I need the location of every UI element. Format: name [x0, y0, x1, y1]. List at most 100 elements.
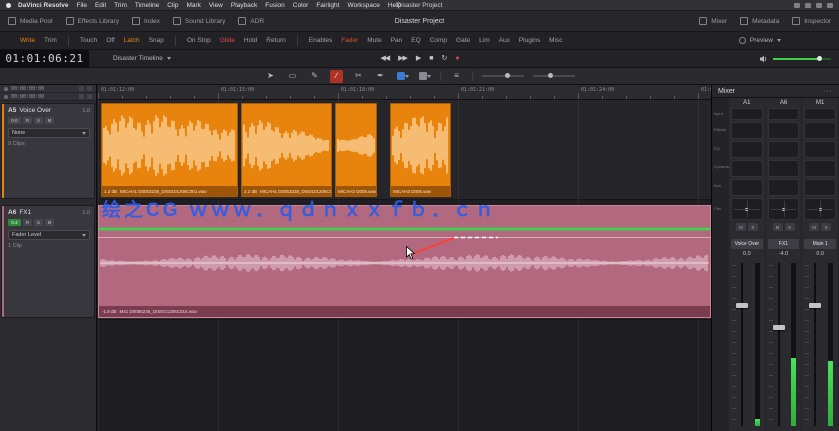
- input-slot[interactable]: [767, 108, 800, 120]
- solo-button[interactable]: S: [34, 117, 43, 124]
- automation-glide[interactable]: Glide: [220, 37, 235, 44]
- input-slot[interactable]: [731, 108, 763, 120]
- automation-mode-dropdown[interactable]: None: [8, 128, 90, 138]
- toolbar-button-mixer[interactable]: Mixer: [699, 17, 727, 25]
- timeline-area[interactable]: -1.8 dB M41 D0086236_DISEG1206C016.wav 1…: [98, 85, 711, 431]
- automation-eq[interactable]: EQ: [411, 37, 420, 44]
- audio-clip-fx[interactable]: -1.8 dB M41 D0086236_DISEG1206C016.wav: [98, 205, 711, 318]
- view-options[interactable]: ≡: [450, 70, 463, 83]
- pan-control[interactable]: [767, 198, 800, 220]
- vertical-zoom-slider-knob[interactable]: [547, 73, 553, 78]
- clip-color-swatch[interactable]: [396, 70, 409, 83]
- horizontal-zoom-slider[interactable]: [482, 73, 524, 78]
- speaker-icon[interactable]: [760, 55, 768, 63]
- eq-display[interactable]: [731, 141, 763, 158]
- visibility-icon[interactable]: [87, 94, 92, 99]
- mute-button[interactable]: M: [45, 219, 54, 226]
- automation-gate[interactable]: Gate: [456, 37, 470, 44]
- automation-aux[interactable]: Aux: [499, 37, 510, 44]
- strip-track-name[interactable]: Main 1: [804, 239, 837, 249]
- audio-clip-voice[interactable]: 2.2 dBMICAH1 D0053238_DIS0101206C002.wav: [241, 103, 332, 197]
- automation-off[interactable]: Off: [106, 37, 115, 44]
- menu-workspace[interactable]: Workspace: [347, 2, 379, 9]
- menu-help[interactable]: Help: [388, 2, 401, 9]
- timeline-selector[interactable]: Disaster Timeline: [113, 55, 171, 62]
- menu-file[interactable]: File: [76, 2, 86, 9]
- blade-tool[interactable]: ∕: [330, 69, 343, 83]
- fader-handle[interactable]: [736, 303, 748, 309]
- apple-menu-icon[interactable]: [6, 2, 11, 8]
- display-icon[interactable]: [794, 2, 800, 8]
- menu-fairlight[interactable]: Fairlight: [316, 2, 339, 9]
- menu-playback[interactable]: Playback: [231, 2, 257, 9]
- automation-snap[interactable]: Snap: [149, 37, 164, 44]
- strip-solo-button[interactable]: S: [747, 223, 758, 231]
- wifi-icon[interactable]: [816, 2, 822, 8]
- effects-slot[interactable]: [767, 122, 800, 139]
- selection-tool[interactable]: ➤: [264, 70, 277, 83]
- menu-fusion[interactable]: Fusion: [265, 2, 285, 9]
- toolbar-button-index[interactable]: Index: [131, 17, 160, 25]
- horizontal-zoom-slider-knob[interactable]: [505, 73, 511, 78]
- track-gain-chip[interactable]: 0.4: [8, 219, 21, 226]
- effects-slot[interactable]: [731, 122, 763, 139]
- timecode-track-row[interactable]: 00:00:00:00: [0, 93, 96, 101]
- strip-solo-button[interactable]: S: [821, 223, 832, 231]
- automation-fader[interactable]: Fader: [341, 37, 358, 44]
- automation-comp[interactable]: Comp: [430, 37, 447, 44]
- automation-mode-dropdown[interactable]: Fader Level: [8, 230, 90, 240]
- automation-trim[interactable]: Trim: [44, 37, 57, 44]
- flag-color-swatch[interactable]: [418, 70, 431, 83]
- lock-icon[interactable]: [79, 94, 84, 99]
- loop-button[interactable]: ↻: [442, 55, 448, 62]
- menu-color[interactable]: Color: [293, 2, 309, 9]
- audio-clip-voice[interactable]: MICAH3 D005.wav: [390, 103, 451, 197]
- strip-mute-button[interactable]: M: [735, 223, 746, 231]
- bus-sends-slot[interactable]: [731, 179, 763, 196]
- automation-pan[interactable]: Pan: [391, 37, 403, 44]
- battery-icon[interactable]: [805, 2, 811, 8]
- track-header-a6[interactable]: A6 FX1 1.0 0.4 R S M Fader Level 1 Clip: [1, 205, 95, 318]
- play-button[interactable]: ▶: [416, 55, 421, 62]
- record-button[interactable]: ●: [455, 55, 459, 62]
- preview-control[interactable]: Preview: [738, 37, 781, 44]
- record-arm-button[interactable]: R: [23, 117, 32, 124]
- menu-clip[interactable]: Clip: [167, 2, 178, 9]
- visibility-icon[interactable]: [87, 86, 92, 91]
- pan-control[interactable]: [804, 198, 837, 220]
- mute-button[interactable]: M: [45, 117, 54, 124]
- vertical-zoom-slider[interactable]: [533, 73, 575, 78]
- menu-davinci-resolve[interactable]: DaVinci Resolve: [18, 2, 68, 9]
- volume-knob[interactable]: [817, 55, 823, 61]
- menu-trim[interactable]: Trim: [114, 2, 127, 9]
- automation-plugins[interactable]: Plugins: [519, 37, 540, 44]
- solo-button[interactable]: S: [34, 219, 43, 226]
- automation-latch[interactable]: Latch: [124, 37, 140, 44]
- automation-misc[interactable]: Misc: [549, 37, 562, 44]
- eq-display[interactable]: [767, 141, 800, 158]
- pan-control[interactable]: [731, 198, 763, 220]
- volume-slider[interactable]: [773, 55, 831, 61]
- dynamics-display[interactable]: [804, 160, 837, 177]
- automation-touch[interactable]: Touch: [80, 37, 97, 44]
- pen-tool[interactable]: ✒: [374, 70, 387, 83]
- lock-icon[interactable]: [79, 86, 84, 91]
- eq-display[interactable]: [804, 141, 837, 158]
- bus-sends-slot[interactable]: [804, 179, 837, 196]
- fader-handle[interactable]: [772, 325, 785, 331]
- fader-automation-line[interactable]: [99, 228, 710, 230]
- record-arm-button[interactable]: R: [23, 219, 32, 226]
- automation-return[interactable]: Return: [266, 37, 286, 44]
- toolbar-button-sound-library[interactable]: Sound Library: [172, 17, 225, 25]
- effects-slot[interactable]: [804, 122, 837, 139]
- control-center-icon[interactable]: [827, 2, 833, 8]
- audio-clip-voice[interactable]: MICAH2 D005.wav: [335, 103, 377, 197]
- strip-mute-button[interactable]: M: [809, 223, 820, 231]
- toolbar-button-media-pool[interactable]: Media Pool: [8, 17, 53, 25]
- strip-solo-button[interactable]: S: [784, 223, 795, 231]
- automation-enables[interactable]: Enables: [309, 37, 333, 44]
- fast-rewind-button[interactable]: ◀◀: [380, 55, 390, 62]
- menu-view[interactable]: View: [209, 2, 223, 9]
- input-slot[interactable]: [804, 108, 837, 120]
- dynamics-display[interactable]: [731, 160, 763, 177]
